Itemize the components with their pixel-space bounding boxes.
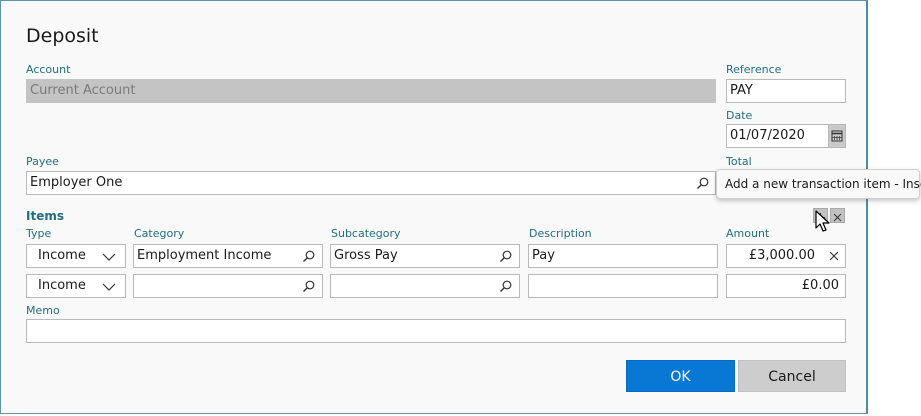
- item-type-select[interactable]: Income: [26, 274, 126, 298]
- mouse-cursor-icon: [815, 210, 830, 232]
- item-subcategory-input[interactable]: Gross Pay: [330, 244, 520, 268]
- memo-label: Memo: [26, 304, 60, 317]
- date-label: Date: [726, 109, 753, 122]
- item-amount-input[interactable]: £3,000.00: [726, 244, 846, 268]
- item-subcategory-value: Gross Pay: [334, 248, 398, 263]
- date-value: 01/07/2020: [730, 128, 805, 143]
- chevron-down-icon: [102, 253, 116, 261]
- calendar-button[interactable]: [828, 125, 845, 147]
- date-picker[interactable]: 01/07/2020: [726, 124, 846, 148]
- ok-button[interactable]: OK: [626, 360, 735, 392]
- close-icon[interactable]: [829, 251, 839, 261]
- search-icon[interactable]: [499, 249, 513, 263]
- total-label: Total: [726, 155, 752, 168]
- account-label: Account: [26, 63, 71, 76]
- payee-value: Employer One: [30, 175, 123, 190]
- column-category-label: Category: [134, 227, 185, 240]
- item-description-input[interactable]: Pay: [528, 244, 718, 268]
- search-icon[interactable]: [499, 279, 513, 293]
- item-subcategory-input[interactable]: [330, 274, 520, 298]
- column-amount-label: Amount: [726, 227, 770, 240]
- remove-item-button[interactable]: [830, 208, 845, 223]
- calendar-icon: [831, 130, 843, 142]
- item-description-input[interactable]: [528, 274, 718, 298]
- dialog-title: Deposit: [26, 25, 99, 47]
- item-type-value: Income: [38, 248, 86, 263]
- item-type-select[interactable]: Income: [26, 244, 126, 268]
- memo-input[interactable]: [26, 319, 846, 343]
- column-description-label: Description: [529, 227, 592, 240]
- payee-input[interactable]: Employer One: [26, 171, 716, 195]
- chevron-down-icon: [102, 283, 116, 291]
- account-field: Current Account: [26, 79, 716, 103]
- column-type-label: Type: [26, 227, 52, 240]
- reference-label: Reference: [726, 63, 782, 76]
- item-category-input[interactable]: [133, 274, 323, 298]
- items-label: Items: [26, 209, 64, 223]
- search-icon[interactable]: [302, 249, 316, 263]
- column-subcategory-label: Subcategory: [331, 227, 401, 240]
- close-icon: [833, 213, 842, 222]
- item-category-input[interactable]: Employment Income: [133, 244, 323, 268]
- item-amount-value: £3,000.00: [748, 248, 815, 263]
- item-category-value: Employment Income: [137, 248, 272, 263]
- payee-label: Payee: [26, 155, 59, 168]
- search-icon[interactable]: [302, 279, 316, 293]
- item-type-value: Income: [38, 278, 86, 293]
- item-amount-input[interactable]: £0.00: [726, 274, 846, 298]
- add-item-tooltip: Add a new transaction item - Insert: [716, 169, 921, 199]
- reference-input[interactable]: PAY: [726, 79, 846, 103]
- deposit-dialog: Deposit Account Current Account Referenc…: [0, 0, 868, 414]
- cancel-button[interactable]: Cancel: [738, 360, 846, 392]
- search-icon[interactable]: [696, 176, 710, 190]
